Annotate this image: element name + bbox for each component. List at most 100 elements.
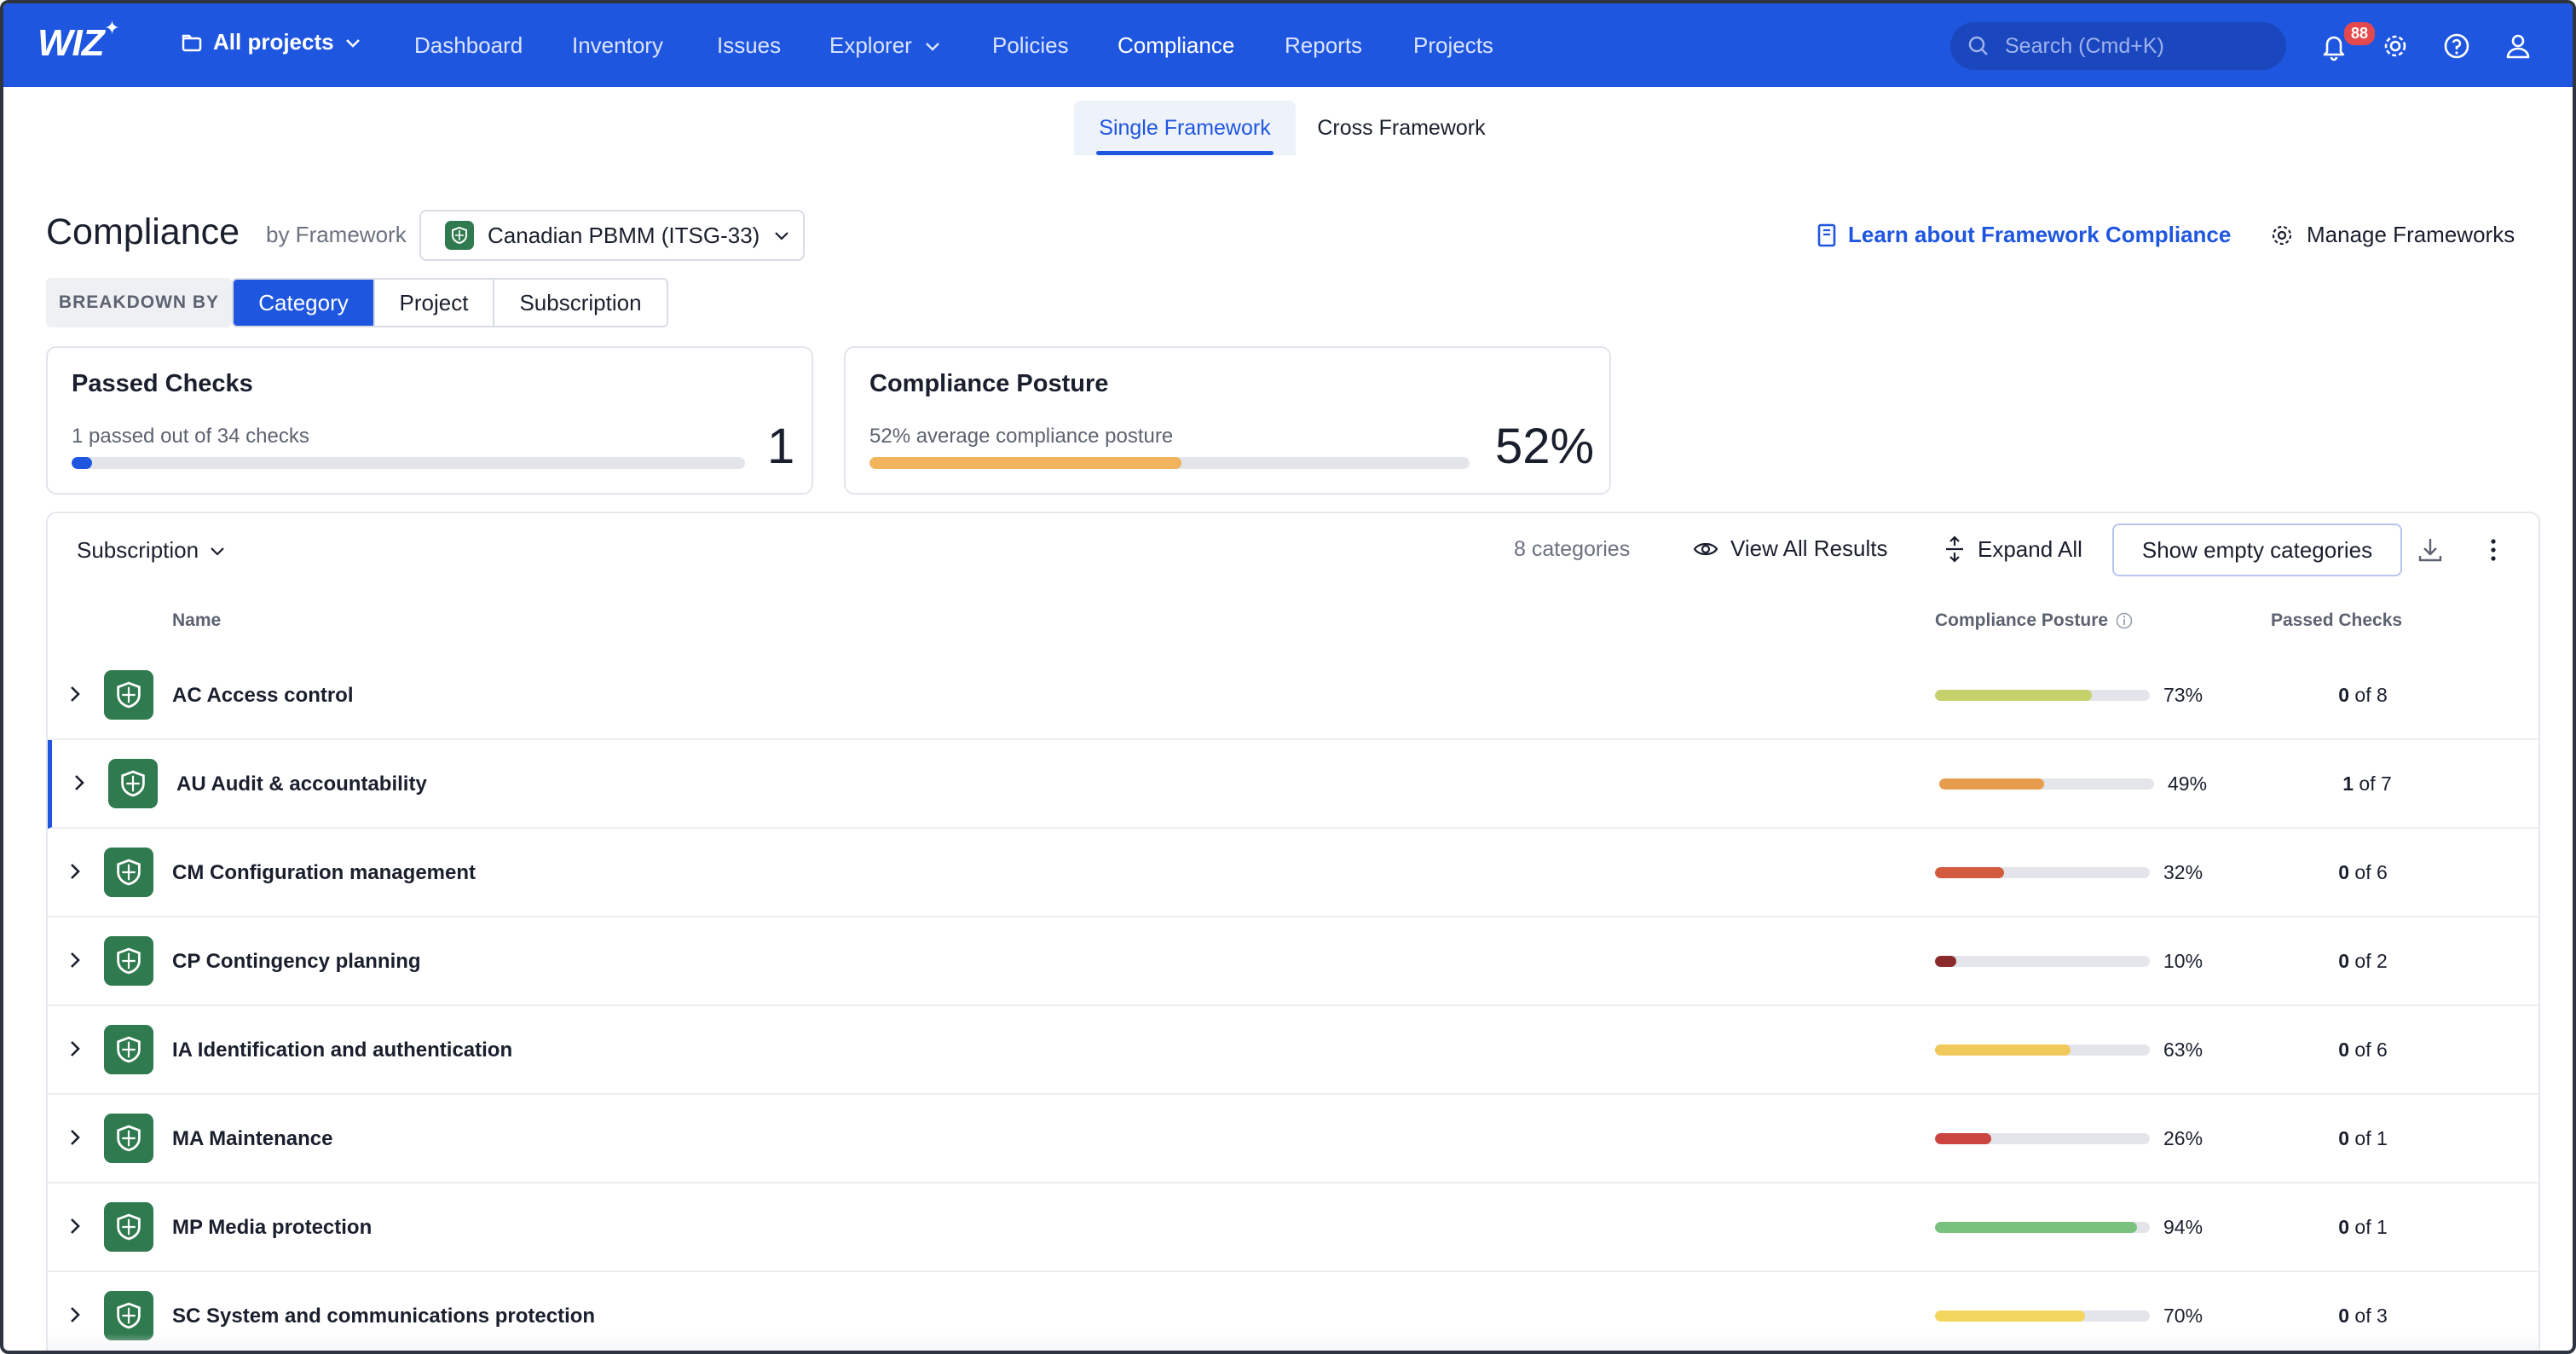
nav-explorer[interactable]: Explorer <box>829 32 941 59</box>
table-row[interactable]: IA Identification and authentication 63%… <box>48 1006 2538 1095</box>
passed-count: 0 <box>2338 684 2350 706</box>
row-name: SC System and communications protection <box>172 1305 596 1328</box>
book-icon <box>1817 223 1836 246</box>
shield-icon <box>104 936 153 986</box>
passed-checks-value: 1 <box>767 419 795 474</box>
manage-frameworks-button[interactable]: Manage Frameworks <box>2269 222 2515 248</box>
wiz-logo[interactable]: WIZ ✦ <box>38 17 120 65</box>
shield-icon <box>108 759 158 808</box>
more-options-icon[interactable] <box>2479 535 2508 564</box>
table-row[interactable]: AU Audit & accountability 49% 1 of 7 <box>48 740 2538 829</box>
total-count: of 1 <box>2354 1216 2388 1238</box>
chevron-down-icon <box>775 232 789 240</box>
column-header-name[interactable]: Name <box>172 610 221 631</box>
group-by-selector[interactable]: Subscription <box>77 537 226 564</box>
nav-dashboard[interactable]: Dashboard <box>414 32 523 59</box>
passed-checks-cell: 1 of 7 <box>2316 772 2418 796</box>
shield-icon <box>104 1202 153 1252</box>
chevron-right-icon[interactable] <box>66 1214 84 1238</box>
search-icon <box>1968 36 1988 55</box>
gear-icon[interactable] <box>2380 31 2411 61</box>
row-name: CP Contingency planning <box>172 950 421 973</box>
posture-bar <box>1935 956 2150 967</box>
learn-framework-link[interactable]: Learn about Framework Compliance <box>1816 222 2231 248</box>
posture-bar-fill <box>1935 1044 2071 1056</box>
compliance-posture-subtitle: 52% average compliance posture <box>869 425 1174 448</box>
breakdown-label: BREAKDOWN BY <box>46 278 232 327</box>
table-row[interactable]: MP Media protection 94% 0 of 1 <box>48 1183 2538 1272</box>
nav-projects[interactable]: Projects <box>1413 32 1493 59</box>
posture-bar-fill <box>1935 1222 2137 1233</box>
total-count: of 7 <box>2359 772 2392 795</box>
column-header-posture[interactable]: Compliance Posture <box>1935 610 2134 631</box>
shield-icon <box>104 670 153 720</box>
passed-checks-cell: 0 of 6 <box>2312 861 2414 884</box>
posture-bar <box>1935 1311 2150 1322</box>
nav-compliance[interactable]: Compliance <box>1118 32 1234 59</box>
breakdown-category[interactable]: Category <box>234 280 375 326</box>
chevron-right-icon[interactable] <box>66 1037 84 1061</box>
chevron-right-icon[interactable] <box>66 859 84 883</box>
chevron-right-icon[interactable] <box>66 1125 84 1149</box>
tab-single-framework[interactable]: Single Framework <box>1074 101 1296 155</box>
shield-icon <box>104 1114 153 1163</box>
nav-issues[interactable]: Issues <box>717 32 781 59</box>
nav-inventory[interactable]: Inventory <box>572 32 663 59</box>
row-name: AU Audit & accountability <box>176 772 427 796</box>
search-box[interactable] <box>1950 22 2286 70</box>
total-count: of 8 <box>2354 684 2388 706</box>
chevron-right-icon[interactable] <box>66 948 84 972</box>
compliance-posture-progress <box>869 457 1470 469</box>
logo-star-icon: ✦ <box>104 17 119 38</box>
learn-framework-label: Learn about Framework Compliance <box>1848 222 2232 247</box>
help-icon[interactable] <box>2441 31 2472 61</box>
posture-percent: 49% <box>2168 772 2208 795</box>
project-selector-label: All projects <box>213 29 334 55</box>
total-count: of 3 <box>2354 1305 2388 1327</box>
category-count: 8 categories <box>1514 537 1631 561</box>
total-count: of 2 <box>2354 950 2388 972</box>
project-selector[interactable]: All projects <box>181 29 361 55</box>
compliance-posture-card: Compliance Posture 52% average complianc… <box>844 346 1611 495</box>
shield-icon <box>445 221 474 250</box>
posture-percent: 63% <box>2163 1039 2203 1061</box>
table-row[interactable]: CM Configuration management 32% 0 of 6 <box>48 829 2538 917</box>
row-name: MA Maintenance <box>172 1127 333 1150</box>
search-input[interactable] <box>2005 33 2261 59</box>
posture-percent: 26% <box>2163 1127 2203 1149</box>
chevron-right-icon[interactable] <box>66 1303 84 1327</box>
passed-checks-card: Passed Checks 1 passed out of 34 checks … <box>46 346 813 495</box>
show-empty-categories-button[interactable]: Show empty categories <box>2112 524 2402 576</box>
compliance-posture-title: Compliance Posture <box>869 370 1109 397</box>
nav-policies[interactable]: Policies <box>992 32 1069 59</box>
table-row[interactable]: AC Access control 73% 0 of 8 <box>48 651 2538 740</box>
gear-icon <box>2272 225 2292 245</box>
breakdown-subscription[interactable]: Subscription <box>494 280 667 326</box>
posture-percent: 70% <box>2163 1305 2203 1327</box>
passed-checks-cell: 0 of 8 <box>2312 684 2414 707</box>
download-icon[interactable] <box>2416 535 2445 564</box>
row-name: IA Identification and authentication <box>172 1039 513 1062</box>
info-icon <box>2116 612 2133 629</box>
scroll-fade <box>48 1334 2538 1351</box>
chevron-right-icon[interactable] <box>66 682 84 706</box>
group-by-label: Subscription <box>77 537 199 563</box>
posture-bar <box>1935 1044 2150 1056</box>
total-count: of 6 <box>2354 1039 2388 1061</box>
breakdown-segmented-control: Category Project Subscription <box>232 278 668 327</box>
passed-checks-cell: 0 of 1 <box>2312 1216 2414 1239</box>
posture-bar <box>1935 1222 2150 1233</box>
breakdown-project[interactable]: Project <box>375 280 494 326</box>
tab-cross-framework[interactable]: Cross Framework <box>1299 101 1504 155</box>
table-row[interactable]: MA Maintenance 26% 0 of 1 <box>48 1095 2538 1183</box>
posture-bar <box>1935 1133 2150 1144</box>
framework-selector[interactable]: Canadian PBMM (ITSG-33) <box>419 210 805 261</box>
nav-reports[interactable]: Reports <box>1285 32 1362 59</box>
chevron-right-icon[interactable] <box>71 771 88 795</box>
table-row[interactable]: CP Contingency planning 10% 0 of 2 <box>48 917 2538 1006</box>
view-all-results-button[interactable]: View All Results <box>1693 535 1888 562</box>
column-header-passed-checks[interactable]: Passed Checks <box>2271 610 2402 631</box>
user-icon[interactable] <box>2503 31 2533 61</box>
top-navigation-bar: WIZ ✦ All projects Dashboard Inventory Is… <box>3 3 2573 87</box>
expand-all-button[interactable]: Expand All <box>1944 535 2082 563</box>
